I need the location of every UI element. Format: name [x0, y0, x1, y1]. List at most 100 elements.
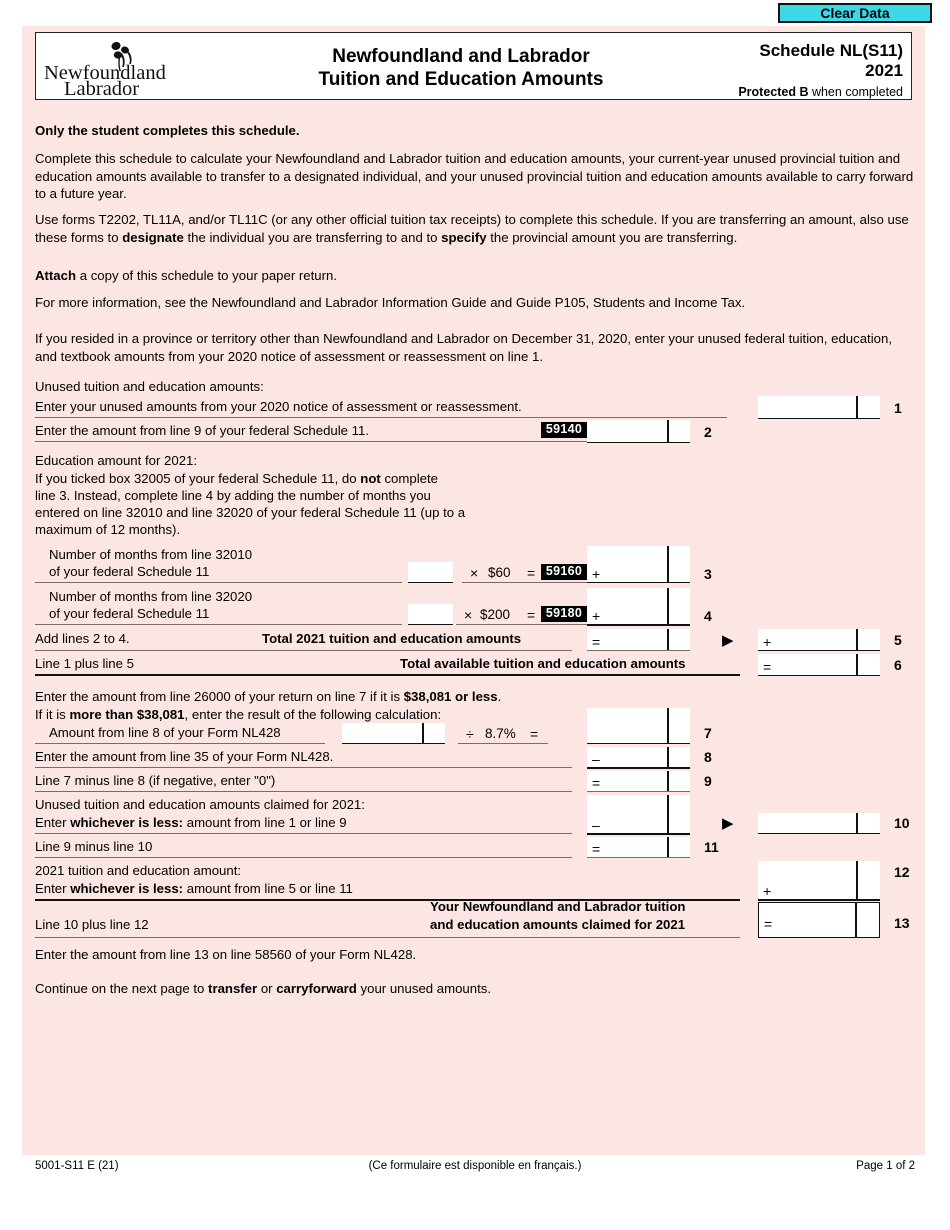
line4-plus-symbol: + [592, 608, 601, 624]
line3-calc-underline [462, 582, 587, 583]
line4-label-line1: Number of months from line 32020 [49, 589, 253, 604]
claim-intro2-c: , enter the result of the following calc… [184, 707, 442, 722]
education-note-c: complete [380, 471, 438, 486]
line-number-3: 3 [704, 566, 712, 582]
line2-code-59140: 59140 [541, 422, 587, 438]
intro-p3-rest: a copy of this schedule to your paper re… [76, 268, 337, 283]
claim-intro-line1: Enter the amount from line 26000 of your… [35, 688, 501, 706]
line5-field-underline [758, 650, 880, 652]
line7-input-cents-separator [422, 723, 424, 743]
claim-intro-c: . [497, 689, 502, 704]
line5-amount-field[interactable]: + [758, 629, 880, 650]
line12-amount-field[interactable]: + [758, 861, 880, 899]
line7-rate: 8.7% [485, 726, 516, 741]
line-number-4: 4 [704, 608, 712, 624]
line12-plus-symbol: + [763, 883, 772, 899]
line6-amount-field[interactable]: = [758, 654, 880, 675]
line8-amount-field[interactable]: – [587, 747, 690, 767]
line4-months-underline [408, 624, 453, 626]
education-note-a: If you ticked box 32005 of your federal … [35, 471, 361, 486]
line7-nl428-amount-field[interactable] [342, 723, 445, 743]
line-number-7: 7 [704, 725, 712, 741]
line8-field-underline [587, 767, 690, 769]
line8-cents-separator [667, 747, 669, 767]
line5-equals-symbol: = [592, 634, 601, 650]
intro-p2-e: the provincial amount you are transferri… [486, 229, 738, 245]
line-number-8: 8 [704, 749, 712, 765]
line10-subtotal-cents-separator [667, 795, 669, 833]
line11-field-underline [587, 857, 690, 858]
line12-field-underline [758, 899, 880, 901]
line4-rate: $200 [480, 607, 511, 622]
footer-french-notice: (Ce formulaire est disponible en françai… [368, 1160, 582, 1172]
line4-times-symbol: × [464, 607, 473, 623]
line5-arrow-icon: ▶ [722, 632, 734, 649]
line10-label: Enter whichever is less: amount from lin… [35, 814, 347, 832]
intro-p2-specify: specify [441, 229, 487, 245]
line11-amount-field[interactable]: = [587, 837, 690, 857]
line3-amount-field[interactable]: + [587, 546, 690, 582]
line12-label-c: amount from line 5 or line 11 [183, 881, 353, 896]
page-title-line1: Newfoundland and Labrador [332, 46, 590, 67]
protected-b-label: Protected B [738, 85, 809, 99]
intro-p2-designate: designate [122, 229, 184, 245]
line9-field-underline [587, 791, 690, 792]
line12-title: 2021 tuition and education amount: [35, 863, 242, 878]
line3-plus-symbol: + [592, 566, 601, 582]
line10-subtotal-field[interactable]: – [587, 795, 690, 833]
line10-arrow-icon: ▶ [722, 815, 734, 832]
line-number-9: 9 [704, 773, 712, 789]
line3-months-input[interactable] [408, 562, 453, 582]
claim-intro-line2: If it is more than $38,081, enter the re… [35, 706, 441, 724]
line1-amount-field[interactable] [758, 396, 880, 418]
line7-input-underline [342, 743, 445, 745]
line4-field-underline [587, 624, 690, 626]
line7-result-field[interactable] [587, 708, 690, 743]
line2-field-underline [587, 442, 690, 444]
line3-times-symbol: × [470, 565, 479, 581]
intro-paragraph-2: Use forms T2202, TL11A, and/or TL11C (or… [35, 211, 915, 246]
clear-data-button[interactable]: Clear Data [778, 3, 932, 23]
line4-equals-symbol: = [527, 607, 536, 623]
line9-label-underline [35, 791, 572, 792]
closing-paragraph-1: Enter the amount from line 13 on line 58… [35, 947, 417, 962]
closing-carryforward-label: carryforward [276, 981, 357, 996]
line3-code-59160: 59160 [541, 564, 587, 580]
closing-p2-e: your unused amounts. [356, 981, 492, 996]
intro-p2-c: the individual you are transferring to a… [183, 229, 442, 245]
line2-amount-field[interactable] [587, 420, 690, 442]
line-number-2: 2 [704, 424, 712, 440]
line5-subtotal-field[interactable]: = [587, 629, 690, 650]
line8-label: Enter the amount from line 35 of your Fo… [35, 749, 334, 764]
line9-amount-field[interactable]: = [587, 771, 690, 791]
line-number-13: 13 [894, 915, 910, 931]
svg-text:Labrador: Labrador [64, 78, 139, 97]
intro-paragraph-3: Attach a copy of this schedule to your p… [35, 267, 915, 285]
line13-total-field[interactable]: = [758, 902, 880, 938]
protected-b-notice: Protected B when completed [738, 83, 903, 101]
closing-p2-a: Continue on the next page to [35, 981, 209, 996]
line5-cents-separator [856, 629, 858, 650]
line5-subtotal-cents-separator [667, 629, 669, 650]
page-title-line2: Tuition and Education Amounts [318, 69, 604, 90]
line7-calc-underline [458, 743, 548, 744]
line10-field-underline [758, 833, 880, 835]
education-note-line4: maximum of 12 months). [35, 522, 181, 537]
line7-equals-symbol: = [530, 726, 539, 742]
header-meta: Schedule NL(S11) 2021 Protected B when c… [738, 41, 903, 101]
line6-caption: Total available tuition and education am… [400, 656, 686, 671]
education-note-line1: If you ticked box 32005 of your federal … [35, 470, 438, 488]
line3-equals-symbol: = [527, 565, 536, 581]
line4-cents-separator [667, 588, 669, 624]
line4-amount-field[interactable]: + [587, 588, 690, 624]
line5-left-label: Add lines 2 to 4. [35, 631, 130, 646]
line10-amount-field[interactable] [758, 813, 880, 833]
line4-code-59180: 59180 [541, 606, 587, 622]
intro-paragraph-4: For more information, see the Newfoundla… [35, 295, 746, 310]
line13-cents-separator [855, 903, 857, 937]
line6-equals-symbol: = [763, 659, 772, 675]
schedule-number: Schedule NL(S11) [759, 41, 903, 60]
footer-page-number: Page 1 of 2 [856, 1160, 915, 1172]
line4-months-input[interactable] [408, 604, 453, 624]
line3-label-line2: of your federal Schedule 11 [49, 564, 210, 579]
